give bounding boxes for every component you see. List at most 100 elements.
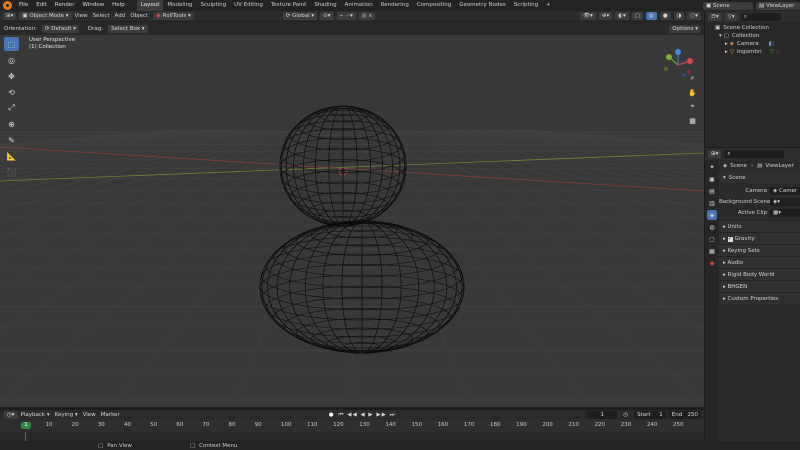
rendered-shading-icon[interactable]: ○▾ bbox=[687, 12, 701, 20]
chevron-right-icon[interactable]: ▸ bbox=[725, 48, 728, 56]
tab-sculpting[interactable]: Sculpting bbox=[196, 0, 230, 11]
tab-scripting[interactable]: Scripting bbox=[510, 0, 542, 11]
menu-playback[interactable]: Playback ▾ bbox=[21, 412, 50, 418]
rolltools-menu[interactable]: ◉ RollTools ▾ bbox=[153, 12, 194, 20]
outliner-editor-icon[interactable]: ☰▾ bbox=[708, 12, 722, 21]
properties-search-icon[interactable]: ⌕ bbox=[724, 150, 785, 158]
playhead[interactable]: 1 bbox=[21, 422, 31, 429]
material-shading-icon[interactable]: ◑ bbox=[673, 12, 685, 20]
menu-object[interactable]: Object bbox=[130, 13, 148, 19]
drag-dropdown[interactable]: Select Box ▾ bbox=[108, 24, 148, 33]
orientation-dropdown[interactable]: ⟳ Default ▾ bbox=[41, 24, 79, 33]
add-workspace-icon[interactable]: + bbox=[542, 0, 555, 11]
active-clip-field[interactable]: ▦▾ bbox=[770, 208, 800, 217]
tab-texture-paint[interactable]: Texture Paint bbox=[267, 0, 311, 11]
outliner-filter-icon[interactable]: ▽▾ bbox=[724, 12, 738, 21]
transform-tool-icon[interactable]: ⊕ bbox=[4, 117, 19, 131]
playback-controls[interactable]: ⏮ ◀◀ ◀ ▶ ▶▶ ⏭ bbox=[339, 412, 396, 419]
panel-audio[interactable]: ▸ Audio bbox=[719, 256, 800, 268]
menu-file[interactable]: File bbox=[15, 0, 32, 11]
viewlayer-selector[interactable]: ▤ ViewLayer bbox=[756, 1, 800, 10]
record-icon[interactable]: ● bbox=[329, 412, 334, 418]
pan-hand-icon[interactable]: ✋ bbox=[687, 87, 698, 98]
tab-geometry-nodes[interactable]: Geometry Nodes bbox=[455, 0, 509, 11]
scene-panel-header[interactable]: ▾ Scene bbox=[719, 172, 800, 183]
overlay-icon[interactable]: ◐▾ bbox=[615, 12, 629, 20]
tab-rendering[interactable]: Rendering bbox=[377, 0, 413, 11]
chevron-down-icon[interactable]: ▾ bbox=[719, 32, 722, 40]
menu-select[interactable]: Select bbox=[93, 13, 110, 19]
camera-field[interactable]: ◈ Camer bbox=[770, 186, 800, 195]
panel-keying-sets[interactable]: ▸ Keying Sets bbox=[719, 244, 800, 256]
chevron-down-icon[interactable]: ▾ bbox=[723, 175, 726, 181]
tab-shading[interactable]: Shading bbox=[310, 0, 340, 11]
menu-help[interactable]: Help bbox=[108, 0, 129, 11]
clock-icon[interactable]: ◷ bbox=[620, 411, 632, 419]
tool-tab-icon[interactable]: ✦ bbox=[707, 162, 717, 172]
menu-marker[interactable]: Marker bbox=[101, 412, 120, 418]
camera-data-icon[interactable]: ◧ bbox=[769, 40, 774, 48]
editor-type-icon[interactable]: ⊞▾ bbox=[3, 12, 17, 20]
outliner-search-icon[interactable]: ⌕ bbox=[740, 12, 781, 21]
gizmo-icon[interactable]: ⊕▾ bbox=[598, 12, 613, 20]
chevron-right-icon[interactable]: ▸ bbox=[725, 40, 728, 48]
3d-viewport[interactable]: User Perspective (1) Collection ⌕ ✋ ⌖ ▦ bbox=[0, 35, 704, 407]
outliner-scene-collection[interactable]: ▣ Scene Collection bbox=[715, 24, 800, 32]
view-layer-tab-icon[interactable]: ▥ bbox=[707, 198, 717, 208]
panel-rigid-body-world[interactable]: ▸ Rigid Body World bbox=[719, 268, 800, 280]
background-scene-field[interactable]: ◈▾ bbox=[770, 197, 800, 206]
tab-compositing[interactable]: Compositing bbox=[413, 0, 455, 11]
orientation-global-selector[interactable]: ⟳ Global ▾ bbox=[282, 12, 318, 20]
object-tab-icon[interactable]: ◉ bbox=[707, 258, 717, 268]
viewport-canvas[interactable] bbox=[0, 35, 704, 407]
tab-modeling[interactable]: Modeling bbox=[163, 0, 196, 11]
zoom-icon[interactable]: ⌕ bbox=[687, 73, 698, 84]
current-frame-field[interactable]: 1 bbox=[587, 411, 618, 419]
panel-custom-properties[interactable]: ▸ Custom Properties bbox=[719, 292, 800, 304]
collection-tab-icon[interactable]: ▢ bbox=[707, 234, 717, 244]
panel-gravity[interactable]: ▸ ✓ Gravity bbox=[719, 232, 800, 244]
outliner-item-camera[interactable]: ▸ ◈ Camera ◧ bbox=[715, 40, 800, 48]
snap-icon[interactable]: ⌁ ⋯▾ bbox=[336, 12, 356, 20]
world-tab-icon[interactable]: ◍ bbox=[707, 222, 717, 232]
menu-add[interactable]: Add bbox=[115, 13, 126, 19]
outliner-item-ingombri[interactable]: ▸ ▽ Ingombri ▽ ◌ bbox=[715, 48, 800, 56]
add-cube-tool-icon[interactable]: ⬛ bbox=[4, 165, 19, 179]
menu-render[interactable]: Render bbox=[51, 0, 79, 11]
render-tab-icon[interactable]: ▣ bbox=[707, 174, 717, 184]
cursor-tool-icon[interactable]: ◎ bbox=[4, 53, 19, 67]
rotate-tool-icon[interactable]: ⟲ bbox=[4, 85, 19, 99]
timeline-editor-icon[interactable]: ◷▾ bbox=[4, 411, 18, 419]
menu-window[interactable]: Window bbox=[78, 0, 108, 11]
start-frame-field[interactable]: Start 1 bbox=[634, 411, 666, 419]
scale-tool-icon[interactable]: ⤢ bbox=[4, 101, 19, 115]
blender-logo-icon[interactable] bbox=[3, 1, 12, 10]
wireframe-shading-icon[interactable]: ◍ bbox=[646, 12, 657, 20]
pivot-icon[interactable]: ⊙▾ bbox=[320, 12, 334, 20]
tab-layout[interactable]: Layout bbox=[136, 0, 164, 11]
xray-icon[interactable]: ▢ bbox=[631, 12, 643, 20]
end-frame-field[interactable]: End 250 bbox=[668, 411, 701, 419]
measure-tool-icon[interactable]: 📐 bbox=[4, 149, 19, 163]
annotate-tool-icon[interactable]: ✎ bbox=[4, 133, 19, 147]
tab-uv-editing[interactable]: UV Editing bbox=[230, 0, 267, 11]
options-dropdown[interactable]: Options ▾ bbox=[669, 24, 701, 33]
menu-keying[interactable]: Keying ▾ bbox=[55, 412, 78, 418]
menu-view[interactable]: View bbox=[75, 13, 88, 19]
timeline-body[interactable] bbox=[0, 432, 704, 441]
material-icon[interactable]: ◌ bbox=[776, 48, 781, 56]
texture-tab-icon[interactable]: ▦ bbox=[707, 246, 717, 256]
move-tool-icon[interactable]: ✥ bbox=[4, 69, 19, 83]
scene-selector[interactable]: ▣ Scene bbox=[703, 1, 753, 10]
properties-editor-icon[interactable]: ⊞▾ bbox=[708, 150, 722, 158]
mode-selector[interactable]: ▣ Object Mode ▾ bbox=[19, 12, 72, 20]
select-box-tool-icon[interactable]: ⬚ bbox=[4, 37, 19, 51]
outliner-collection[interactable]: ▾ ▢ Collection bbox=[715, 32, 800, 40]
proportional-edit-icon[interactable]: ◎ ∧ bbox=[358, 12, 376, 20]
output-tab-icon[interactable]: ▤ bbox=[707, 186, 717, 196]
panel-bhgen[interactable]: ▸ BHGEN bbox=[719, 280, 800, 292]
timeline-ruler[interactable]: 10 20 30 40 50 60 70 80 90 100 110 120 130 140 150 160 1… bbox=[0, 420, 704, 432]
menu-timeline-view[interactable]: View bbox=[83, 412, 96, 418]
visibility-icon[interactable]: 👁▾ bbox=[580, 12, 596, 20]
perspective-toggle-icon[interactable]: ▦ bbox=[687, 115, 698, 126]
